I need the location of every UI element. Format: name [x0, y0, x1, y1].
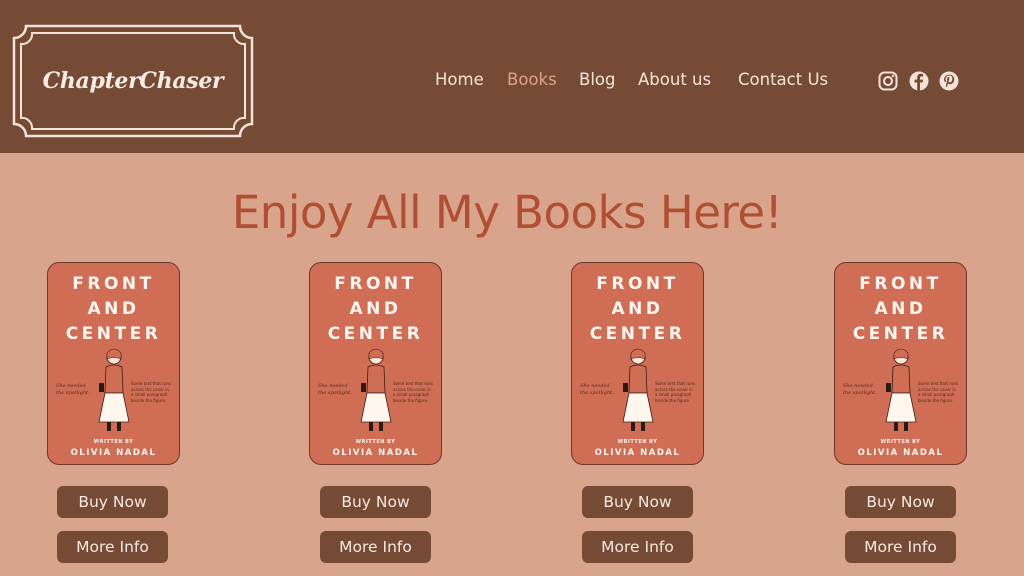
cover-written-by: WRITTEN BY: [880, 439, 921, 445]
buy-now-button[interactable]: Buy Now: [582, 486, 693, 518]
book-cover[interactable]: FRONT AND CENTER She needed the spotligh…: [834, 262, 967, 465]
cover-written-by: WRITTEN BY: [355, 439, 396, 445]
cover-author: OLIVIA NADAL: [70, 448, 157, 458]
buy-now-button[interactable]: Buy Now: [320, 486, 431, 518]
instagram-icon[interactable]: [878, 71, 898, 91]
nav-item-blog[interactable]: Blog: [579, 70, 615, 89]
illustration-figure: [98, 348, 130, 431]
nav-item-home[interactable]: Home: [435, 70, 484, 89]
cover-blurb: Some text that runs across the cover in …: [655, 381, 695, 403]
cover-title-line: FRONT: [859, 274, 942, 294]
site-header: ChapterChaser Home Books Blog About us C…: [0, 0, 1024, 153]
illustration-figure: [885, 348, 917, 431]
book-cover[interactable]: FRONT AND CENTER She needed the spotligh…: [309, 262, 442, 465]
cover-title-line: AND: [349, 299, 402, 319]
illustration-figure: [360, 348, 392, 431]
pinterest-icon[interactable]: [939, 71, 959, 91]
cover-title-line: CENTER: [327, 324, 424, 344]
cover-tagline: She needed the spotlight.: [580, 383, 614, 396]
nav-item-books[interactable]: Books: [507, 70, 557, 89]
cover-written-by: WRITTEN BY: [93, 439, 134, 445]
more-info-button[interactable]: More Info: [57, 531, 168, 563]
more-info-button[interactable]: More Info: [320, 531, 431, 563]
nav-item-contact-us[interactable]: Contact Us: [738, 70, 828, 89]
cover-blurb: Some text that runs across the cover in …: [918, 381, 958, 403]
cover-author: OLIVIA NADAL: [857, 448, 944, 458]
nav-item-about-us[interactable]: About us: [638, 70, 711, 89]
cover-written-by: WRITTEN BY: [617, 439, 658, 445]
main-nav: Home Books Blog About us Contact Us: [0, 70, 1024, 94]
cover-title-line: AND: [874, 299, 927, 319]
cover-title: FRONT AND CENTER: [572, 272, 703, 347]
buy-now-button[interactable]: Buy Now: [57, 486, 168, 518]
more-info-button[interactable]: More Info: [845, 531, 956, 563]
cover-title-line: AND: [611, 299, 664, 319]
cover-title-line: CENTER: [589, 324, 686, 344]
page-title: Enjoy All My Books Here!: [231, 186, 783, 239]
cover-tagline: She needed the spotlight.: [318, 383, 352, 396]
cover-blurb: Some text that runs across the cover in …: [131, 381, 171, 403]
cover-author: OLIVIA NADAL: [594, 448, 681, 458]
cover-tagline: She needed the spotlight.: [843, 383, 877, 396]
illustration-figure: [622, 348, 654, 431]
cover-blurb: Some text that runs across the cover in …: [393, 381, 433, 403]
cover-title-line: FRONT: [72, 274, 155, 294]
cover-title: FRONT AND CENTER: [310, 272, 441, 347]
buy-now-button[interactable]: Buy Now: [845, 486, 956, 518]
cover-title: FRONT AND CENTER: [835, 272, 966, 347]
more-info-button[interactable]: More Info: [582, 531, 693, 563]
cover-title-line: FRONT: [596, 274, 679, 294]
book-cover[interactable]: FRONT AND CENTER She needed the spotligh…: [571, 262, 704, 465]
facebook-icon[interactable]: [909, 71, 929, 91]
cover-title-line: CENTER: [852, 324, 949, 344]
cover-tagline: She needed the spotlight.: [56, 383, 90, 396]
cover-title-line: AND: [87, 299, 140, 319]
cover-title: FRONT AND CENTER: [48, 272, 179, 347]
cover-author: OLIVIA NADAL: [332, 448, 419, 458]
cover-title-line: FRONT: [334, 274, 417, 294]
book-cover[interactable]: FRONT AND CENTER She needed the spotligh…: [47, 262, 180, 465]
cover-title-line: CENTER: [65, 324, 162, 344]
